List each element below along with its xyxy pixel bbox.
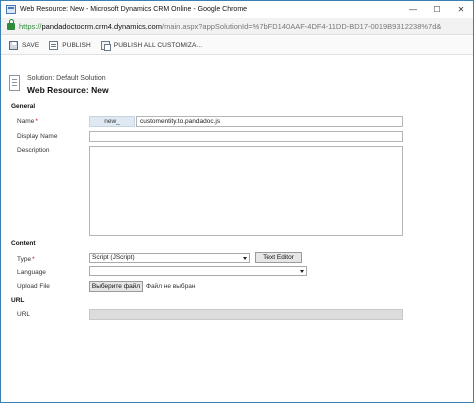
type-label: Type* <box>17 256 35 263</box>
maximize-button[interactable]: ☐ <box>425 1 449 18</box>
publish-all-label: PUBLISH ALL CUSTOMIZA... <box>113 41 203 49</box>
address-bar[interactable]: https://pandadoctocrm.crm4.dynamics.com/… <box>1 18 473 35</box>
required-marker: * <box>35 118 38 125</box>
upload-file-label: Upload File <box>17 283 50 290</box>
type-select-value: Script (JScript) <box>92 254 135 261</box>
url-host: pandadoctocrm.crm4.dynamics.com <box>41 21 162 31</box>
name-label-text: Name <box>17 118 35 125</box>
name-input[interactable]: customentity.to.pandadoc.js <box>136 116 403 127</box>
display-name-input[interactable] <box>89 131 403 142</box>
web-resource-form-icon <box>9 75 20 91</box>
general-section-title: General <box>11 103 36 110</box>
description-label: Description <box>17 147 50 154</box>
description-textarea[interactable] <box>89 146 403 236</box>
language-label: Language <box>17 269 46 276</box>
browser-window: Web Resource: New - Microsoft Dynamics C… <box>0 0 474 403</box>
url-field <box>89 309 403 320</box>
save-icon <box>9 40 18 50</box>
title-bar: Web Resource: New - Microsoft Dynamics C… <box>1 1 473 18</box>
chevron-down-icon <box>243 257 247 260</box>
url-protocol: https:// <box>19 21 42 31</box>
name-label: Name* <box>17 118 38 125</box>
display-name-label: Display Name <box>17 133 58 140</box>
type-select[interactable]: Script (JScript) <box>89 253 250 263</box>
solution-label: Solution: Default Solution <box>27 75 106 82</box>
type-label-text: Type <box>17 256 32 263</box>
chevron-down-icon <box>300 270 304 273</box>
secure-lock-icon <box>7 18 15 30</box>
choose-file-button[interactable]: Выберите файл <box>89 281 143 292</box>
name-prefix: new_ <box>89 116 135 127</box>
save-label: SAVE <box>22 41 40 49</box>
publish-all-icon <box>100 40 111 51</box>
publish-icon <box>49 40 59 50</box>
content-section-title: Content <box>11 240 36 247</box>
url-text[interactable]: https://pandadoctocrm.crm4.dynamics.com/… <box>19 22 441 31</box>
publish-all-button[interactable]: PUBLISH ALL CUSTOMIZA... <box>100 40 203 51</box>
close-button[interactable]: ✕ <box>449 1 473 18</box>
text-editor-button[interactable]: Text Editor <box>255 252 302 263</box>
required-marker: * <box>32 256 35 263</box>
window-title: Web Resource: New - Microsoft Dynamics C… <box>20 6 248 13</box>
window-controls: — ☐ ✕ <box>401 1 473 18</box>
page-title: Web Resource: New <box>27 85 109 95</box>
language-select[interactable] <box>89 266 307 276</box>
url-section-title: URL <box>11 297 25 304</box>
publish-button[interactable]: PUBLISH <box>49 40 91 50</box>
crm-page-icon <box>6 5 16 14</box>
url-label: URL <box>17 311 31 318</box>
minimize-button[interactable]: — <box>401 1 425 18</box>
url-path: /main.aspx?appSolutionId=%7bFD140AAF-4DF… <box>161 21 442 31</box>
save-button[interactable]: SAVE <box>9 40 40 50</box>
command-bar: SAVE PUBLISH PUBLISH ALL CUSTOMIZA... <box>1 36 473 55</box>
publish-label: PUBLISH <box>62 41 91 49</box>
file-status: Файл не выбран <box>146 283 196 290</box>
